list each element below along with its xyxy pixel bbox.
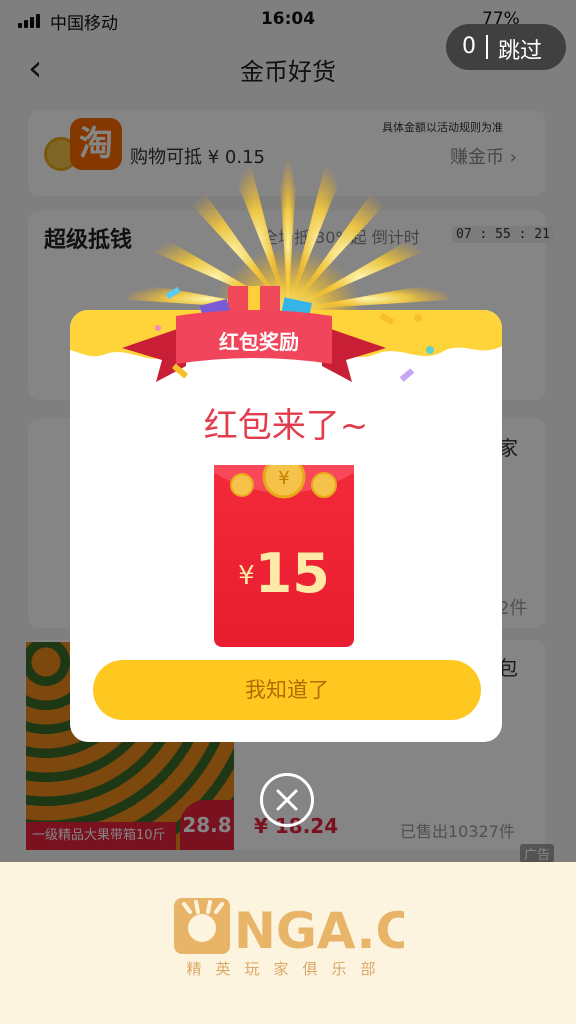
close-button[interactable] xyxy=(260,773,314,827)
skip-countdown: 0 xyxy=(462,34,476,59)
nga-logo: NGA.CN xyxy=(174,898,404,960)
svg-text:NGA.CN: NGA.CN xyxy=(234,902,404,960)
currency-symbol: ¥ xyxy=(238,561,255,591)
nga-slogan: 精英玩家俱乐部 xyxy=(186,960,390,978)
svg-text:¥: ¥ xyxy=(278,468,289,489)
confetti-decoration xyxy=(155,286,434,382)
skip-label: 跳过 xyxy=(498,39,543,64)
skip-ad-button[interactable]: 0 跳过 xyxy=(446,24,566,70)
confirm-button[interactable]: 我知道了 xyxy=(93,660,481,720)
envelope-coins: ¥ xyxy=(214,465,354,499)
modal-title: 红包来了~ xyxy=(203,406,369,446)
amount-value: 15 xyxy=(254,542,330,605)
reward-amount: ¥15 xyxy=(214,542,354,605)
close-icon xyxy=(276,789,298,811)
skip-divider xyxy=(486,35,488,59)
